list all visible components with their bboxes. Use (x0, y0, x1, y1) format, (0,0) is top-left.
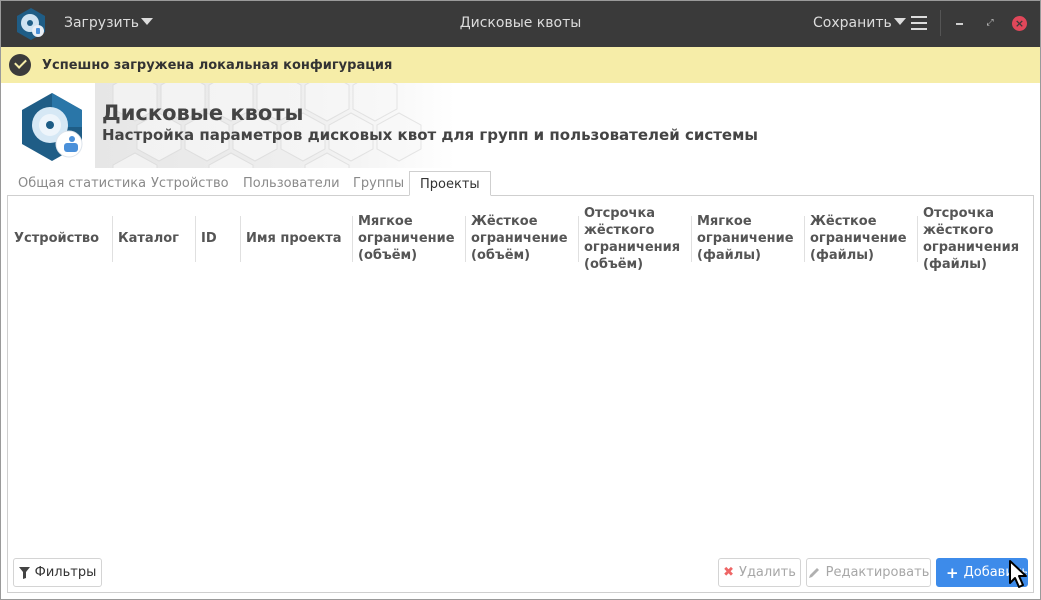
close-button[interactable]: × (1012, 16, 1027, 31)
edit-label: Редактировать (825, 565, 930, 580)
page-subtitle: Настройка параметров дисковых квот для г… (102, 126, 758, 144)
load-menu-button[interactable]: Загрузить (64, 15, 154, 31)
notification-bar: Успешно загружена локальная конфигурация (0, 47, 1041, 83)
column-header-hard-limit-files[interactable]: Жёсткое ограничение (файлы) (804, 196, 917, 281)
filters-button[interactable]: Фильтры (13, 558, 102, 587)
column-header-directory[interactable]: Каталог (112, 196, 195, 281)
save-menu-label: Сохранить (813, 15, 892, 31)
title-bar: Загрузить Дисковые квоты Сохранить ⤢ × (0, 0, 1041, 47)
disk-quota-logo-icon (22, 93, 83, 161)
chevron-down-icon (141, 18, 154, 25)
filter-icon (18, 566, 30, 579)
save-menu-button[interactable]: Сохранить (813, 15, 906, 31)
plus-icon: + (946, 563, 959, 582)
column-header-id[interactable]: ID (195, 196, 240, 281)
mouse-pointer-icon (1009, 560, 1027, 588)
delete-x-icon: ✖ (723, 565, 735, 580)
maximize-button[interactable]: ⤢ (983, 14, 997, 32)
delete-button[interactable]: ✖ Удалить (718, 558, 801, 587)
projects-panel: Устройство Каталог ID Имя проекта Мягкое… (7, 195, 1034, 593)
tab-users[interactable]: Пользователи (233, 171, 350, 196)
column-header-grace-files[interactable]: Отсрочка жёсткого ограничения (файлы) (917, 196, 1029, 281)
column-header-hard-limit-size[interactable]: Жёсткое ограничение (объём) (465, 196, 578, 281)
titlebar-divider (940, 10, 941, 36)
hamburger-menu-icon[interactable] (911, 16, 927, 30)
column-header-device[interactable]: Устройство (8, 196, 112, 281)
tab-general-stats[interactable]: Общая статистика (8, 171, 156, 196)
tab-device[interactable]: Устройство (141, 171, 239, 196)
minimize-button[interactable] (953, 14, 967, 32)
pencil-icon (808, 568, 819, 578)
edit-button[interactable]: Редактировать (806, 558, 931, 587)
column-header-project-name[interactable]: Имя проекта (240, 196, 352, 281)
column-header-soft-limit-files[interactable]: Мягкое ограничение (файлы) (691, 196, 804, 281)
table-header: Устройство Каталог ID Имя проекта Мягкое… (8, 196, 1033, 281)
page-header: Дисковые квоты Настройка параметров диск… (0, 83, 1041, 168)
delete-label: Удалить (739, 565, 796, 580)
notification-text: Успешно загружена локальная конфигурация (42, 58, 393, 73)
tab-projects[interactable]: Проекты (409, 171, 491, 196)
tab-groups[interactable]: Группы (343, 171, 414, 196)
check-circle-icon (9, 54, 31, 76)
column-header-soft-limit-size[interactable]: Мягкое ограничение (объём) (352, 196, 465, 281)
page-title: Дисковые квоты (102, 101, 304, 125)
disk-quota-app-icon (17, 8, 45, 40)
chevron-down-icon (893, 18, 906, 25)
filters-label: Фильтры (34, 565, 97, 580)
column-header-grace-size[interactable]: Отсрочка жёсткого ограничения (объём) (578, 196, 691, 281)
load-menu-label: Загрузить (64, 15, 140, 31)
